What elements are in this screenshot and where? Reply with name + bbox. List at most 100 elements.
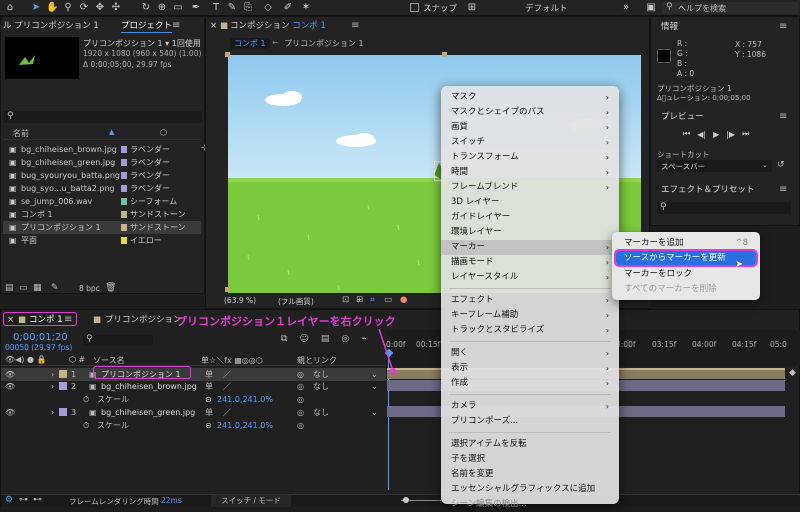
project-item[interactable]: ▣ bg_chiheisen_brown.jpg ラベンダー bbox=[3, 143, 201, 156]
snap-checkbox[interactable] bbox=[410, 3, 419, 12]
col-parent[interactable]: 親とリンク bbox=[297, 355, 337, 366]
effects-menu-icon[interactable]: ≡ bbox=[779, 183, 787, 197]
tab-precomp-effects[interactable]: ル プリコンポジション 1 bbox=[3, 19, 99, 33]
context-menu-item[interactable]: マスク › bbox=[441, 90, 619, 105]
breadcrumb-active[interactable]: コンポ 1 bbox=[230, 38, 270, 49]
hand-tool-icon[interactable]: ✋ bbox=[46, 2, 58, 14]
last-frame-icon[interactable]: ⏭ bbox=[742, 129, 749, 139]
bpc-label[interactable]: 8 bpc bbox=[79, 284, 100, 293]
play-icon[interactable]: ▶ bbox=[713, 130, 719, 139]
layer-name[interactable]: bg_chiheisen_brown.jpg bbox=[101, 380, 197, 393]
shy-icon[interactable]: ☺ bbox=[299, 334, 308, 344]
frame-blend-icon[interactable]: ▤ bbox=[321, 334, 330, 344]
stopwatch-icon[interactable]: ⏱ bbox=[83, 393, 89, 406]
comp-lock-icon[interactable]: ■ bbox=[220, 19, 228, 33]
trash-icon[interactable]: 🗑 bbox=[105, 283, 116, 293]
rotate-tool-icon[interactable]: ↻ bbox=[140, 2, 152, 14]
mask-visibility-icon[interactable]: ⌗ bbox=[370, 295, 375, 305]
quality-switch-icon[interactable]: ／ bbox=[223, 406, 231, 419]
project-item[interactable]: ▣ コンポ 1 サンドストーン bbox=[3, 208, 201, 221]
context-menu-item[interactable]: 開く › bbox=[441, 346, 619, 361]
context-menu-item[interactable]: 3D レイヤー bbox=[441, 195, 619, 210]
zoom-level[interactable]: (63.9 %) bbox=[224, 296, 256, 305]
context-menu-item[interactable]: 時間 › bbox=[441, 165, 619, 180]
context-menu-item[interactable]: スイッチ › bbox=[441, 135, 619, 150]
switch-mode-toggle[interactable]: スイッチ / モード bbox=[211, 495, 291, 507]
timeline-layer-row[interactable]: 👁 › 3 ▣ bg_chiheisen_green.jpg 单 ／ ◎ なし ⌄ bbox=[1, 406, 386, 419]
context-menu-item[interactable]: 画質 › bbox=[441, 120, 619, 135]
region-interest-icon[interactable]: ⊡ bbox=[342, 295, 349, 305]
expand-icon[interactable]: ⊶ bbox=[19, 495, 28, 505]
menu-delete-all-markers[interactable]: すべてのマーカーを削除 bbox=[616, 282, 756, 296]
context-menu-item[interactable]: マスクとシェイプのパス › bbox=[441, 105, 619, 120]
link-icon[interactable]: ⊝ bbox=[205, 419, 212, 432]
new-comp-icon[interactable]: ▦ bbox=[33, 283, 42, 293]
help-search-box[interactable]: ⚲ ヘルプを検索 bbox=[662, 2, 798, 14]
scale-value[interactable]: 241.0,241.0% bbox=[217, 419, 273, 432]
pickwhip-icon[interactable]: ◎ bbox=[297, 393, 304, 406]
context-menu-item[interactable]: 環境レイヤー bbox=[441, 225, 619, 240]
context-menu-item[interactable]: 選択アイテムを反転 bbox=[441, 437, 619, 452]
project-item[interactable]: ▣ 平面 イエロー bbox=[3, 234, 201, 247]
anchor-tool-icon[interactable]: ⊕ bbox=[156, 2, 168, 14]
graph-editor-icon[interactable]: ⌁ bbox=[361, 334, 366, 344]
context-menu-item[interactable]: ガイドレイヤー bbox=[441, 210, 619, 225]
context-menu-item[interactable]: エフェクト › bbox=[441, 293, 619, 308]
shy-switch-icon[interactable]: 单 bbox=[205, 406, 213, 419]
handle-top-left[interactable] bbox=[225, 52, 230, 57]
tab-project[interactable]: プロジェクト bbox=[121, 19, 173, 33]
adjust-icon[interactable]: ✎ bbox=[51, 283, 59, 293]
zoom-tool-icon[interactable]: ⚲ bbox=[62, 2, 74, 14]
col-name-label[interactable]: 名前 bbox=[13, 128, 29, 139]
home-icon[interactable]: ⌂ bbox=[4, 2, 16, 14]
timecode[interactable]: 0;00;01;20 bbox=[13, 332, 68, 343]
pen-tool-icon[interactable]: ✒ bbox=[190, 2, 202, 14]
timeline-tab-active[interactable]: コンポ 1 bbox=[29, 313, 63, 327]
parent-select[interactable]: なし bbox=[313, 406, 329, 419]
timeline-tab-precomp[interactable]: プリコンポジション bbox=[105, 313, 182, 327]
effects-panel-title[interactable]: エフェクト＆プリセット bbox=[661, 183, 755, 197]
layer-label-swatch[interactable] bbox=[59, 370, 67, 378]
sort-up-icon[interactable]: ▲ bbox=[109, 128, 114, 136]
camera-orbit-icon[interactable]: ⟳ bbox=[78, 2, 90, 14]
clone-tool-icon[interactable]: ⎘ bbox=[242, 2, 254, 14]
menu-add-marker[interactable]: マーカーを追加 ^8 bbox=[616, 236, 756, 250]
context-menu-item[interactable]: トラックとスタビライズ › bbox=[441, 323, 619, 338]
quality-switch-icon[interactable]: ／ bbox=[223, 380, 231, 393]
context-menu-item[interactable]: カメラ › bbox=[441, 399, 619, 414]
panel-menu-icon[interactable]: ≡ bbox=[172, 19, 180, 33]
col-source-name[interactable]: ソース名 bbox=[93, 355, 125, 366]
context-menu-item[interactable]: 作成 › bbox=[441, 376, 619, 391]
breadcrumb-precomp[interactable]: プリコンポジション 1 bbox=[284, 38, 364, 49]
handle-bottom-left[interactable] bbox=[225, 287, 230, 292]
stopwatch-icon[interactable]: ⏱ bbox=[83, 419, 89, 432]
info-menu-icon[interactable]: ≡ bbox=[779, 20, 787, 34]
draft3d-icon[interactable]: ⧉ bbox=[281, 334, 287, 344]
roto-tool-icon[interactable]: ✐ bbox=[282, 2, 294, 14]
context-menu-item[interactable]: シーン編集の検出... bbox=[441, 497, 619, 512]
preview-menu-icon[interactable]: ≡ bbox=[779, 110, 787, 124]
label-column-icon[interactable]: ⬡ bbox=[160, 128, 167, 137]
shy-switch-icon[interactable]: 单 bbox=[205, 380, 213, 393]
motion-blur-icon[interactable]: ◎ bbox=[341, 334, 349, 344]
pan-behind-icon[interactable]: ✣ bbox=[110, 2, 122, 14]
project-item[interactable]: ▣ bug_syouryou_batta.png ラベンダー bbox=[3, 169, 201, 182]
eraser-tool-icon[interactable]: ◇ bbox=[262, 2, 274, 14]
shortcut-select[interactable]: スペースバー ⌄ bbox=[657, 160, 772, 172]
context-menu-item[interactable]: 描画モード › bbox=[441, 255, 619, 270]
timeline-close-icon[interactable]: × bbox=[7, 313, 14, 327]
reset-icon[interactable]: ↺ bbox=[777, 160, 785, 170]
brush-tool-icon[interactable]: ✎ bbox=[226, 2, 238, 14]
layer-label-swatch[interactable] bbox=[59, 408, 67, 416]
expand-chevron-icon[interactable]: › bbox=[51, 380, 54, 393]
project-item[interactable]: ▣ プリコンポジション 1 サンドストーン bbox=[3, 221, 201, 234]
timeline-layer-row[interactable]: 👁 › 2 ▣ bg_chiheisen_brown.jpg 单 ／ ◎ なし ⌄ bbox=[1, 380, 386, 393]
rect-tool-icon[interactable]: ▭ bbox=[172, 2, 184, 14]
visibility-icon[interactable]: 👁 bbox=[5, 380, 15, 393]
keyframe-marker-icon[interactable]: ◆ bbox=[789, 368, 796, 378]
prev-frame-icon[interactable]: ◀| bbox=[697, 130, 706, 139]
parent-select[interactable]: なし bbox=[313, 380, 329, 393]
context-menu-item[interactable]: プリコンポーズ... bbox=[441, 414, 619, 429]
link-icon[interactable]: ⊝ bbox=[205, 393, 212, 406]
workspace-label[interactable]: デフォルト bbox=[525, 2, 568, 14]
